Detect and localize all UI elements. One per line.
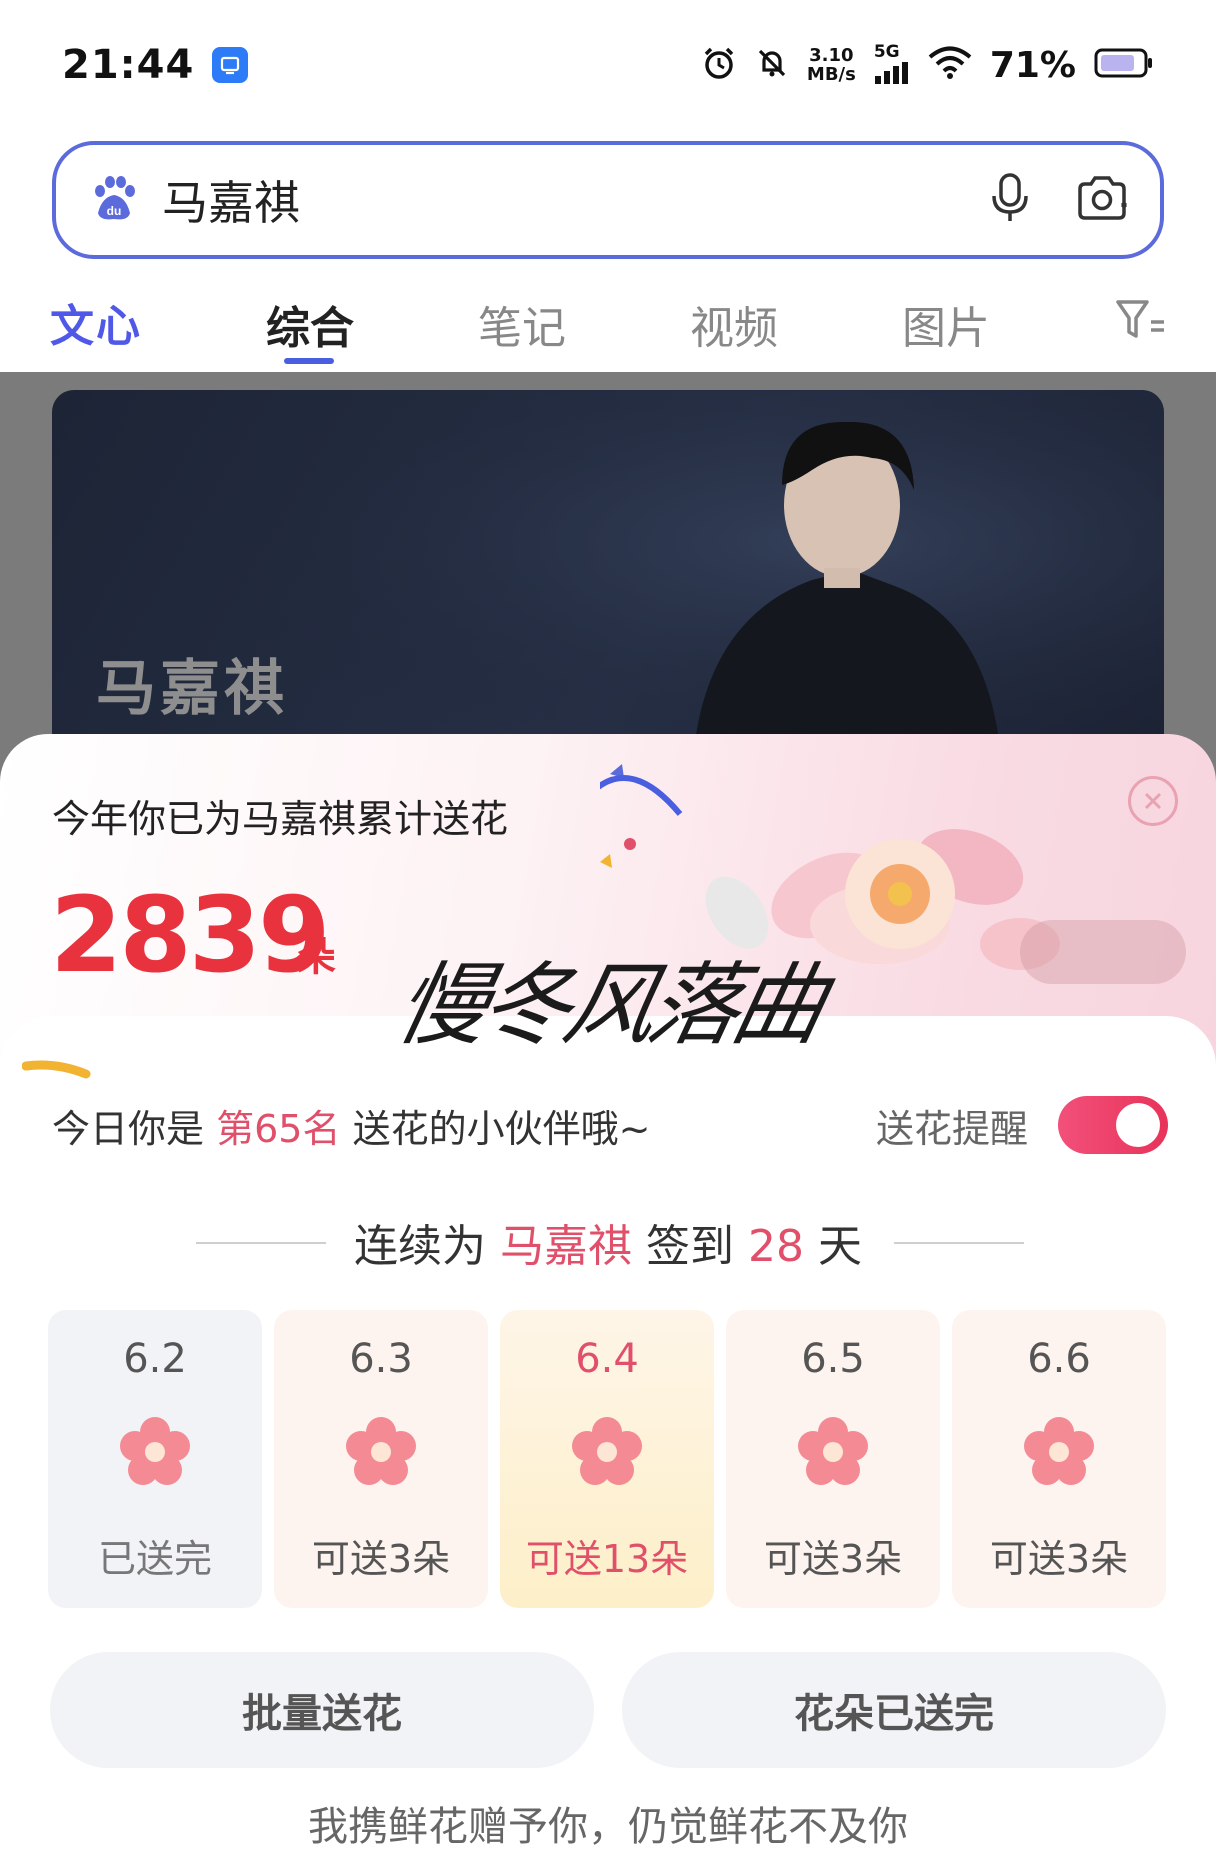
battery-percent: 71% [989,44,1076,86]
baidu-paw-icon: du [88,173,138,227]
day-date: 6.5 [801,1336,865,1382]
toggle-knob [1116,1103,1160,1147]
filter-icon[interactable] [1115,298,1167,346]
tab-videos[interactable]: 视频 [690,292,778,356]
day-status: 可送13朵 [525,1537,689,1581]
flowers-used-up-button[interactable]: 花朵已送完 [622,1652,1166,1768]
day-card-today[interactable]: 6.4 可送13朵 [500,1310,714,1608]
doodle-stroke [22,1060,91,1079]
batch-send-button[interactable]: 批量送花 [50,1652,594,1768]
day-date: 6.6 [1027,1336,1091,1382]
total-flower-count: 2839 [50,874,330,996]
rank-line: 今日你是 第65名 送花的小伙伴哦~ [52,1107,651,1151]
day-date: 6.2 [123,1336,187,1382]
daily-flower-grid: 6.2 已送完 6.3 可送3朵 6.4 可送13朵 6.5 可送3朵 6.6 … [48,1310,1168,1610]
flower-gift-sheet: 今年你已为马嘉祺累计送花 2839 朵 慢冬风落曲 今日你是 第65名 送花的小… [0,734,1216,1876]
reminder-toggle[interactable] [1058,1096,1168,1154]
close-button[interactable] [1128,776,1178,826]
search-input[interactable]: 马嘉祺 [162,167,990,233]
search-tabs: 文心 综合 笔记 视频 图片 [0,280,1216,370]
svg-text:du: du [107,204,122,218]
day-date: 6.4 [575,1336,639,1382]
rank-value: 第65名 [216,1107,341,1151]
day-card[interactable]: 6.3 可送3朵 [274,1310,488,1608]
flower-icon [117,1414,193,1494]
flower-icon [1021,1414,1097,1494]
microphone-icon[interactable] [990,172,1030,228]
count-unit: 朵 [296,934,336,980]
day-status: 可送3朵 [763,1537,903,1581]
alarm-icon [701,45,737,85]
battery-icon [1094,47,1154,83]
checkin-streak: 连续为 马嘉祺 签到 28 天 [354,1221,862,1272]
tab-comprehensive[interactable]: 综合 [266,292,354,356]
network-type: 5G [873,42,900,62]
flower-icon [569,1414,645,1494]
signal-icon [874,62,910,88]
network-speed: 3.10 MB/s [806,45,856,85]
flower-icon [343,1414,419,1494]
blurred-pill [1020,920,1186,984]
footer-quote: 我携鲜花赠予你，仍觉鲜花不及你 [308,1804,908,1850]
reminder-label: 送花提醒 [876,1107,1029,1151]
tab-notes[interactable]: 笔记 [478,292,566,356]
status-bar: 21:44 3.10 MB/s 5G 71% [0,0,1216,130]
wifi-icon [928,46,972,84]
hero-celebrity-name: 马嘉祺 [96,654,288,724]
day-card[interactable]: 6.6 可送3朵 [952,1310,1166,1608]
tab-images[interactable]: 图片 [902,292,990,356]
notification-app-icon [212,47,249,83]
celebrity-hero-card: 马嘉祺 [52,390,1164,770]
day-status: 可送3朵 [989,1537,1129,1581]
search-box[interactable]: du 马嘉祺 [52,141,1164,259]
flower-icon [795,1414,871,1494]
camera-search-icon[interactable] [1076,173,1130,227]
day-date: 6.3 [349,1336,413,1382]
status-time: 21:44 [62,42,195,88]
day-status: 可送3朵 [311,1537,451,1581]
day-card[interactable]: 6.5 可送3朵 [726,1310,940,1608]
day-status: 已送完 [97,1537,212,1581]
calligraphy-signature: 慢冬风落曲 [387,953,830,1058]
close-icon [1144,792,1162,810]
day-card[interactable]: 6.2 已送完 [48,1310,262,1608]
mute-bell-icon [755,46,789,84]
total-gift-title: 今年你已为马嘉祺累计送花 [52,797,509,841]
tab-wenxin[interactable]: 文心 [50,290,142,354]
active-tab-indicator [284,358,334,364]
